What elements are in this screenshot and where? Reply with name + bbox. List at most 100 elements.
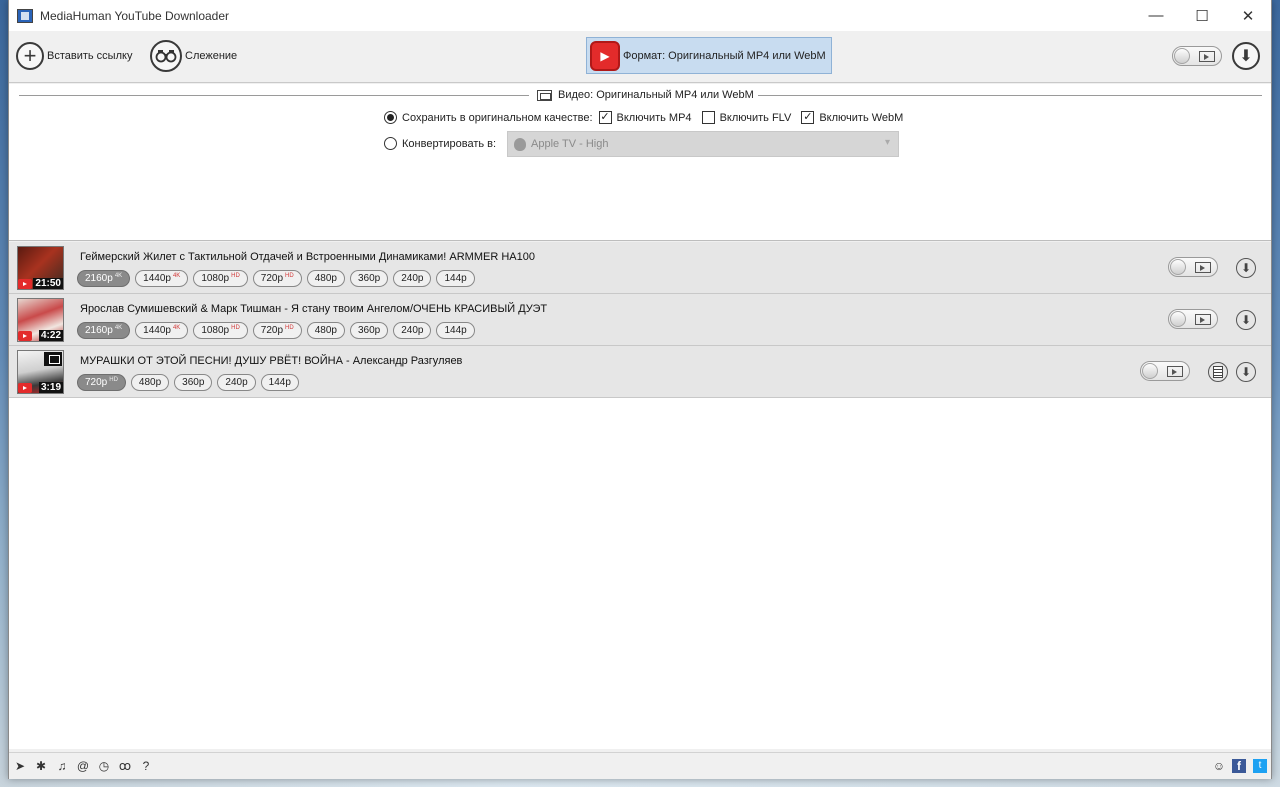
quality-chip-480p[interactable]: 480p xyxy=(306,270,345,287)
include-flv-label: Включить FLV xyxy=(719,111,792,124)
quality-chip-720p[interactable]: 720p HD xyxy=(77,374,126,391)
toggle-knob xyxy=(1170,259,1186,275)
format-settings-panel: Видео: Оригинальный MP4 или WebM Сохрани… xyxy=(9,84,1271,241)
convert-toggle[interactable] xyxy=(1168,309,1218,329)
list-item[interactable]: 21:50 Геймерский Жилет с Тактильной Отда… xyxy=(9,242,1271,294)
quality-chip-1440p[interactable]: 1440p 4K xyxy=(135,270,189,287)
help-icon[interactable]: ? xyxy=(139,759,153,773)
quality-chip-144p[interactable]: 144p xyxy=(436,322,475,339)
snail-icon[interactable]: @ xyxy=(76,759,90,773)
list-item[interactable]: 3:19 МУРАШКИ ОТ ЭТОЙ ПЕСНИ! ДУШУ РВЁТ! В… xyxy=(9,346,1271,398)
send-icon[interactable]: ➤ xyxy=(13,759,27,773)
video-duration: 3:19 xyxy=(38,382,63,393)
paste-link-button[interactable]: + Вставить ссылку xyxy=(16,41,132,71)
convert-toggle[interactable] xyxy=(1168,257,1218,277)
toggle-knob xyxy=(1170,311,1186,327)
quality-chip-144p[interactable]: 144p xyxy=(436,270,475,287)
panel-title: Видео: Оригинальный MP4 или WebM xyxy=(533,89,758,101)
tracking-label: Слежение xyxy=(185,50,238,62)
download-button[interactable]: ⬇ xyxy=(1236,258,1256,278)
minimize-button[interactable]: — xyxy=(1133,0,1179,31)
close-button[interactable]: ✕ xyxy=(1225,0,1271,31)
convert-toggle[interactable] xyxy=(1140,361,1190,381)
film-icon xyxy=(1195,314,1211,325)
include-mp4-option[interactable]: ✓ Включить MP4 xyxy=(598,111,692,124)
format-label: Формат: Оригинальный MP4 или WebM xyxy=(623,49,826,62)
video-title: МУРАШКИ ОТ ЭТОЙ ПЕСНИ! ДУШУ РВЁТ! ВОЙНА … xyxy=(80,355,463,367)
quality-chip-144p[interactable]: 144p xyxy=(260,374,299,391)
gear-icon[interactable]: ✱ xyxy=(34,759,48,773)
music-note-icon[interactable]: ♫ xyxy=(55,759,69,773)
maximize-button[interactable]: ☐ xyxy=(1179,0,1225,31)
quality-chip-1080p[interactable]: 1080p HD xyxy=(193,270,248,287)
convert-row: Конвертировать в: xyxy=(384,137,496,150)
quality-chip-480p[interactable]: 480p xyxy=(130,374,170,391)
quality-chip-480p[interactable]: 480p xyxy=(306,322,345,339)
include-webm-label: Включить WebM xyxy=(819,111,904,124)
quality-chip-240p[interactable]: 240p xyxy=(217,374,256,391)
download-button[interactable]: ⬇ xyxy=(1236,310,1256,330)
include-flv-checkbox[interactable] xyxy=(701,111,715,124)
download-button[interactable]: ⬇ xyxy=(1236,362,1256,382)
tracklist-icon[interactable] xyxy=(1208,362,1228,382)
chevron-down-icon: ▾ xyxy=(884,137,890,148)
quality-chip-1080p[interactable]: 1080p HD xyxy=(193,322,248,339)
twitter-icon[interactable]: t xyxy=(1253,759,1267,773)
list-item[interactable]: 4:22 Ярослав Сумишевский & Марк Тишман -… xyxy=(9,294,1271,346)
quality-chip-240p[interactable]: 240p xyxy=(393,270,432,287)
youtube-icon xyxy=(18,383,32,393)
facebook-icon[interactable]: f xyxy=(1232,759,1246,773)
toolbar: + Вставить ссылку Слежение ▶ Формат: Ори… xyxy=(9,31,1271,83)
app-window: MediaHuman YouTube Downloader — ☐ ✕ + Вс… xyxy=(8,0,1272,779)
auto-download-toggle[interactable] xyxy=(1172,46,1222,66)
support-icon[interactable]: ☺ xyxy=(1212,759,1226,773)
include-webm-option[interactable]: ✓ Включить WebM xyxy=(801,111,903,124)
tracking-button[interactable]: Слежение xyxy=(150,40,238,72)
video-duration: 4:22 xyxy=(38,330,63,341)
film-icon xyxy=(1195,262,1211,273)
status-bar: ➤ ✱ ♫ @ ◷ ꝏ ? ☺ f t xyxy=(9,752,1271,779)
convert-label: Конвертировать в: xyxy=(402,137,497,150)
app-icon xyxy=(17,8,33,23)
download-arrow-icon: ⬇ xyxy=(1240,365,1252,379)
window-controls: — ☐ ✕ xyxy=(1133,0,1271,31)
quality-chip-360p[interactable]: 360p xyxy=(174,374,213,391)
video-thumbnail: 4:22 xyxy=(17,298,64,342)
youtube-icon: ▶ xyxy=(590,40,620,71)
download-all-button[interactable]: ⬇ xyxy=(1232,42,1260,70)
window-title: MediaHuman YouTube Downloader xyxy=(40,8,230,23)
include-mp4-checkbox[interactable]: ✓ xyxy=(598,111,612,124)
format-button[interactable]: ▶ Формат: Оригинальный MP4 или WebM xyxy=(586,37,832,74)
binoculars-icon[interactable]: ꝏ xyxy=(118,759,132,773)
convert-radio[interactable] xyxy=(384,137,397,150)
convert-preset-select[interactable]: Apple TV - High ▾ xyxy=(507,131,899,157)
empty-list-area xyxy=(9,398,1271,749)
include-webm-checkbox[interactable]: ✓ xyxy=(801,111,815,124)
video-thumbnail: 21:50 xyxy=(17,246,64,290)
clock-icon[interactable]: ◷ xyxy=(97,759,111,773)
quality-chip-1440p[interactable]: 1440p 4K xyxy=(135,322,189,339)
video-thumbnail: 3:19 xyxy=(17,350,64,394)
download-arrow-icon: ⬇ xyxy=(1240,261,1252,275)
quality-chip-360p[interactable]: 360p xyxy=(349,322,389,339)
quality-chip-2160p[interactable]: 2160p 4K xyxy=(77,322,131,339)
quality-chips: 2160p 4K 1440p 4K 1080p HD 720p HD 480p 360p… xyxy=(77,322,480,339)
divider xyxy=(19,95,529,96)
quality-chip-720p[interactable]: 720p HD xyxy=(252,322,302,339)
youtube-icon xyxy=(18,331,32,341)
keep-original-label: Сохранить в оригинальном качестве: xyxy=(402,111,593,124)
quality-chip-240p[interactable]: 240p xyxy=(393,322,432,339)
download-list: 21:50 Геймерский Жилет с Тактильной Отда… xyxy=(9,242,1271,398)
include-flv-option[interactable]: Включить FLV xyxy=(701,111,792,124)
keep-original-radio[interactable] xyxy=(384,111,397,124)
divider xyxy=(757,95,1262,96)
quality-chips: 720p HD 480p 360p 240p 144p xyxy=(77,374,304,391)
quality-chip-360p[interactable]: 360p xyxy=(349,270,389,287)
quality-chip-720p[interactable]: 720p HD xyxy=(252,270,302,287)
quality-chip-2160p[interactable]: 2160p 4K xyxy=(77,270,131,287)
toggle-knob xyxy=(1142,363,1158,379)
video-title: Геймерский Жилет с Тактильной Отдачей и … xyxy=(80,251,535,263)
include-mp4-label: Включить MP4 xyxy=(616,111,692,124)
video-title: Ярослав Сумишевский & Марк Тишман - Я ст… xyxy=(80,303,548,315)
title-bar: MediaHuman YouTube Downloader — ☐ ✕ xyxy=(9,0,1271,31)
